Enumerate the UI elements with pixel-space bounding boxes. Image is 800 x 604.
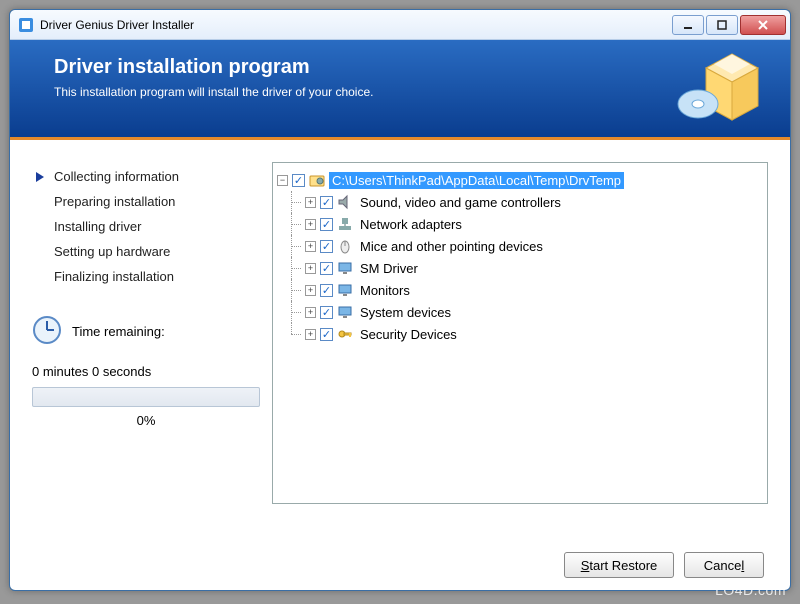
start-restore-button[interactable]: Start Restore	[564, 552, 674, 578]
tree-node-label: Mice and other pointing devices	[357, 238, 546, 255]
tree-node[interactable]: + ✓ Monitors	[277, 279, 763, 301]
progress-percent: 0%	[32, 413, 260, 428]
close-button[interactable]	[740, 15, 786, 35]
driver-tree[interactable]: − ✓ C:\Users\ThinkPad\AppData\Local\Temp…	[272, 162, 768, 504]
maximize-button[interactable]	[706, 15, 738, 35]
checkbox[interactable]: ✓	[320, 328, 333, 341]
footer: Start Restore Cancel	[10, 540, 790, 590]
collapse-icon[interactable]: −	[277, 175, 288, 186]
time-remaining-label: Time remaining:	[72, 324, 165, 339]
speaker-icon	[337, 194, 353, 210]
expand-icon[interactable]: +	[305, 219, 316, 230]
tree-node[interactable]: + ✓ SM Driver	[277, 257, 763, 279]
install-step: Finalizing installation	[32, 264, 260, 289]
expand-icon[interactable]: +	[305, 329, 316, 340]
checkbox[interactable]: ✓	[292, 174, 305, 187]
mouse-icon	[337, 238, 353, 254]
header-title: Driver installation program	[54, 56, 768, 79]
left-panel: Collecting informationPreparing installa…	[32, 162, 260, 530]
expand-icon[interactable]: +	[305, 197, 316, 208]
install-step: Setting up hardware	[32, 239, 260, 264]
checkbox[interactable]: ✓	[320, 240, 333, 253]
clock-icon	[32, 315, 62, 348]
titlebar[interactable]: Driver Genius Driver Installer	[10, 10, 790, 40]
watermark: LO4D.com	[715, 582, 786, 598]
minimize-button[interactable]	[672, 15, 704, 35]
body: Collecting informationPreparing installa…	[10, 140, 790, 540]
checkbox[interactable]: ✓	[320, 218, 333, 231]
tree-root-label: C:\Users\ThinkPad\AppData\Local\Temp\Drv…	[329, 172, 624, 189]
tree-node[interactable]: + ✓ Sound, video and game controllers	[277, 191, 763, 213]
window-title: Driver Genius Driver Installer	[40, 18, 670, 32]
checkbox[interactable]: ✓	[320, 306, 333, 319]
checkbox[interactable]: ✓	[320, 284, 333, 297]
tree-node-label: Monitors	[357, 282, 413, 299]
time-remaining-row: Time remaining:	[32, 315, 260, 348]
monitor-icon	[337, 260, 353, 276]
progress-bar	[32, 387, 260, 407]
network-icon	[337, 216, 353, 232]
install-step: Collecting information	[32, 164, 260, 189]
tree-root-node[interactable]: − ✓ C:\Users\ThinkPad\AppData\Local\Temp…	[277, 169, 763, 191]
header-subtitle: This installation program will install t…	[54, 85, 768, 99]
checkbox[interactable]: ✓	[320, 262, 333, 275]
header-banner: Driver installation program This install…	[10, 40, 790, 140]
tree-node-label: Network adapters	[357, 216, 465, 233]
expand-icon[interactable]: +	[305, 307, 316, 318]
app-icon	[18, 17, 34, 33]
install-step: Preparing installation	[32, 189, 260, 214]
time-remaining-value: 0 minutes 0 seconds	[32, 364, 260, 379]
tree-node-label: Sound, video and game controllers	[357, 194, 564, 211]
key-icon	[337, 326, 353, 342]
expand-icon[interactable]: +	[305, 263, 316, 274]
box-disc-icon	[672, 48, 768, 131]
tree-node-label: System devices	[357, 304, 454, 321]
tree-node[interactable]: + ✓ System devices	[277, 301, 763, 323]
install-steps: Collecting informationPreparing installa…	[32, 164, 260, 289]
expand-icon[interactable]: +	[305, 285, 316, 296]
cancel-button[interactable]: Cancel	[684, 552, 764, 578]
monitor-icon	[337, 304, 353, 320]
tree-node[interactable]: + ✓ Security Devices	[277, 323, 763, 345]
tree-node-label: SM Driver	[357, 260, 421, 277]
expand-icon[interactable]: +	[305, 241, 316, 252]
install-step: Installing driver	[32, 214, 260, 239]
installer-window: Driver Genius Driver Installer Driver in…	[9, 9, 791, 591]
tree-node[interactable]: + ✓ Mice and other pointing devices	[277, 235, 763, 257]
tree-node[interactable]: + ✓ Network adapters	[277, 213, 763, 235]
monitor-icon	[337, 282, 353, 298]
checkbox[interactable]: ✓	[320, 196, 333, 209]
tree-node-label: Security Devices	[357, 326, 460, 343]
folder-gear-icon	[309, 172, 325, 188]
